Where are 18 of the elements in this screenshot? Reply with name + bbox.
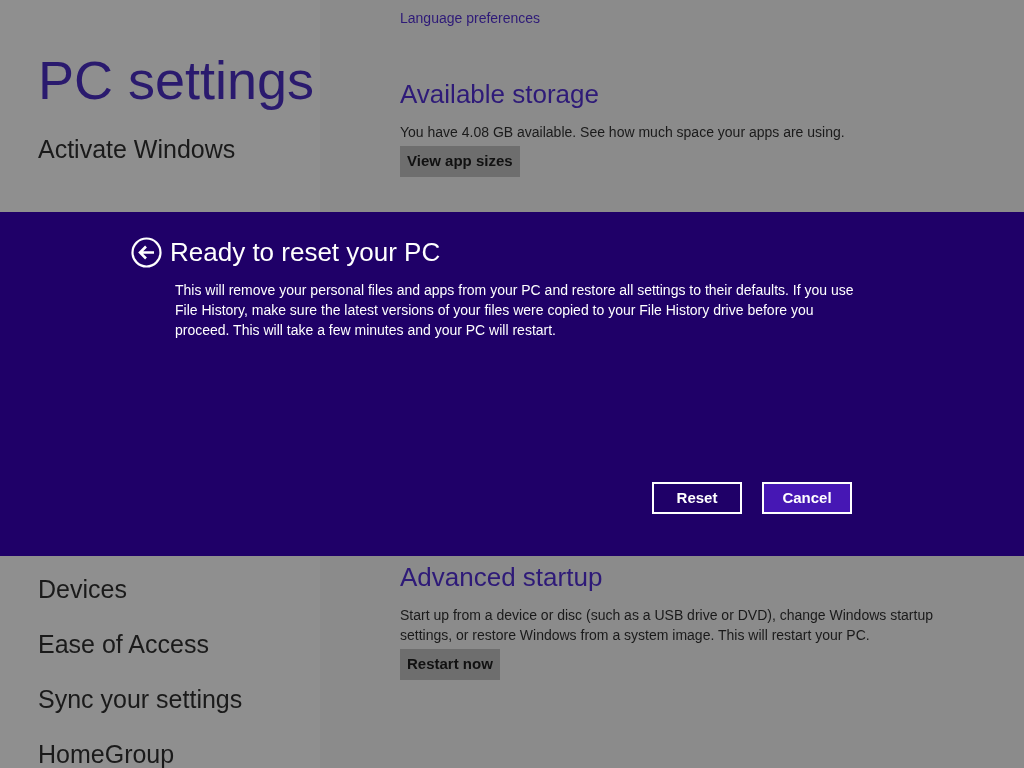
- section-button[interactable]: Restart now: [400, 649, 500, 680]
- nav-item[interactable]: Sync your settings: [38, 684, 320, 739]
- section-button[interactable]: View app sizes: [400, 146, 520, 177]
- nav-item[interactable]: HomeGroup: [38, 739, 320, 768]
- dialog-button[interactable]: Cancel: [762, 482, 852, 514]
- section-description: Start up from a device or disc (such as a USB drive or DVD), change Windows startup settings, or restore Windows from a system image. This will restart your PC.: [400, 606, 934, 645]
- dialog-button[interactable]: Reset: [652, 482, 742, 514]
- section-heading: Available storage: [400, 78, 599, 110]
- section-heading: Advanced startup: [400, 561, 603, 593]
- nav-item[interactable]: Activate Windows: [38, 134, 320, 189]
- nav-item[interactable]: Devices: [38, 574, 320, 629]
- dialog-title: Ready to reset your PC: [170, 236, 441, 268]
- language-preferences-link[interactable]: Language preferences: [400, 8, 541, 28]
- page-title: PC settings: [38, 49, 316, 112]
- dialog-message: This will remove your personal files and apps from your PC and restore all settings to their defaults. If you use File History, make sure the latest versions of your files were copied to your File History drive before you proceed. This will take a few minutes and your PC will restart.: [175, 281, 855, 340]
- nav-item[interactable]: Ease of Access: [38, 629, 320, 684]
- back-icon[interactable]: [131, 236, 162, 268]
- section-description: You have 4.08 GB available. See how much space your apps are using.: [400, 123, 846, 142]
